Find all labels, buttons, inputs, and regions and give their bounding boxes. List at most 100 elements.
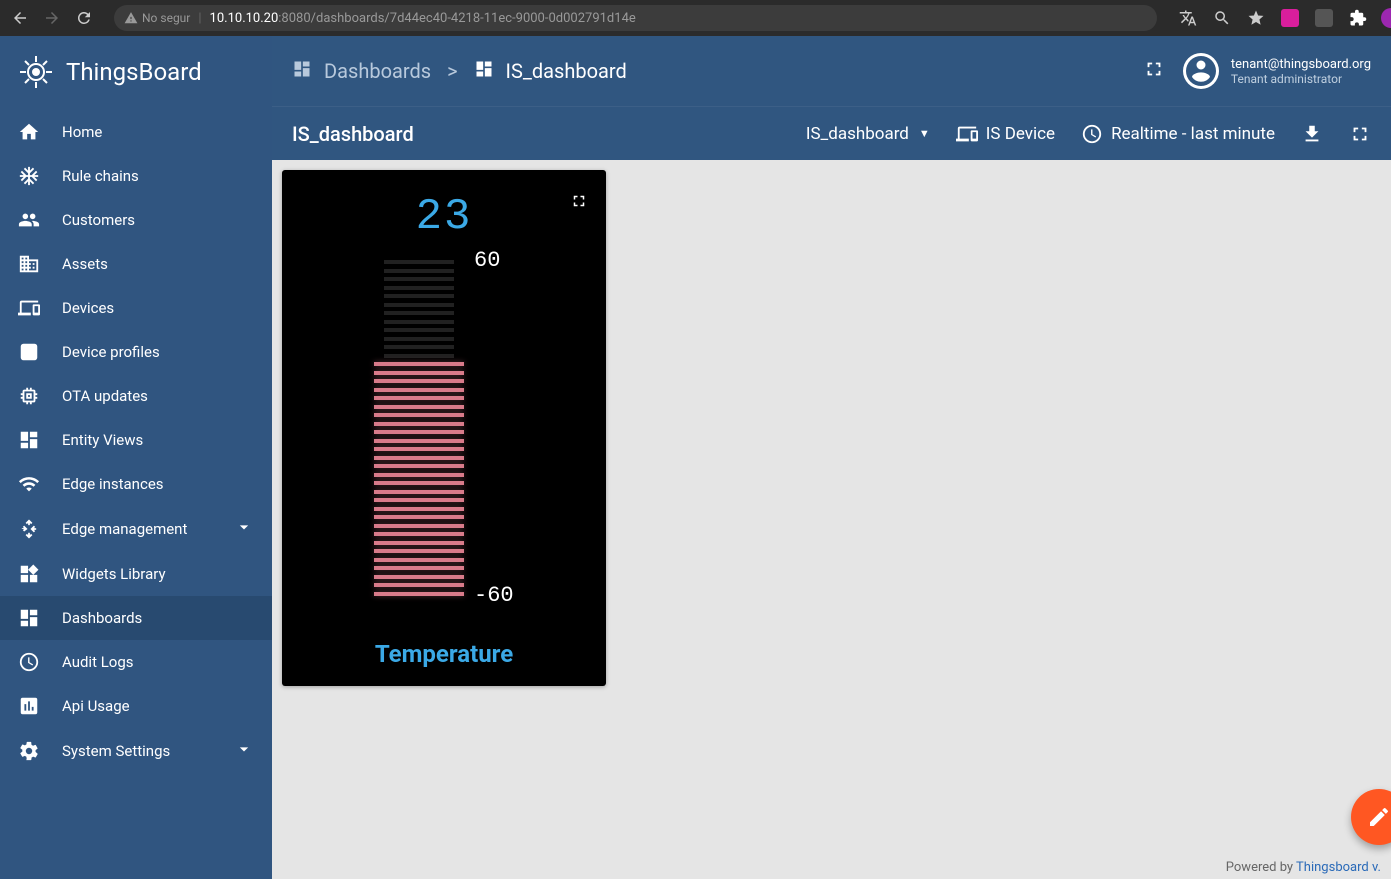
dashboard-toolbar: IS_dashboard IS_dashboard ▼ IS Device Re… [272, 106, 1391, 160]
reload-button[interactable] [74, 8, 94, 28]
settings-icon [18, 740, 40, 762]
state-selector[interactable]: IS_dashboard ▼ [806, 124, 930, 144]
home-icon [18, 121, 40, 143]
sidebar-item-entity-views[interactable]: Entity Views [0, 418, 272, 462]
sidebar-item-label: Home [62, 123, 102, 141]
widget-title: Temperature [292, 640, 596, 676]
gauge-segment [384, 260, 454, 264]
breadcrumb-current-label: IS_dashboard [506, 59, 627, 83]
fullscreen-dashboard-button[interactable] [1349, 123, 1371, 145]
gauge-segment [374, 430, 464, 434]
gauge-segment [384, 269, 454, 273]
edge-instances-icon [18, 473, 40, 495]
api-usage-icon [18, 695, 40, 717]
gauge-segment [374, 541, 464, 545]
sidebar-item-ota[interactable]: OTA updates [0, 374, 272, 418]
dashboard-icon [474, 59, 494, 84]
footer-prefix: Powered by [1226, 860, 1296, 875]
url-bar[interactable]: No segur | 10.10.10.20:8080/dashboards/7… [114, 5, 1157, 31]
back-button[interactable] [10, 8, 30, 28]
sidebar-item-label: Api Usage [62, 697, 130, 715]
ota-icon [18, 385, 40, 407]
gauge-segment [374, 473, 464, 477]
bookmark-icon[interactable] [1245, 7, 1267, 29]
sidebar-item-device-profiles[interactable]: Device profiles [0, 330, 272, 374]
security-label: No segur [142, 11, 190, 25]
sidebar-item-label: Edge management [62, 520, 187, 538]
export-button[interactable] [1301, 123, 1323, 145]
forward-button[interactable] [42, 8, 62, 28]
gauge-segment [374, 490, 464, 494]
gauge-segment [384, 337, 454, 341]
breadcrumb-current: IS_dashboard [474, 59, 627, 84]
rule-chains-icon [18, 165, 40, 187]
gauge-min-label: -60 [474, 583, 514, 608]
extension-gray[interactable] [1313, 7, 1335, 29]
sidebar-item-label: Dashboards [62, 609, 142, 627]
zoom-icon[interactable] [1211, 7, 1233, 29]
gauge-segment [384, 277, 454, 281]
clock-icon [1081, 123, 1103, 145]
sidebar-item-label: Edge instances [62, 475, 164, 493]
footer-link[interactable]: Thingsboard v. [1296, 860, 1381, 875]
dashboard-content: 23 60 -60 Temperature Powered by Thingsb… [272, 160, 1391, 879]
sidebar-item-api-usage[interactable]: Api Usage [0, 684, 272, 728]
widgets-icon [18, 563, 40, 585]
devices-icon [18, 297, 40, 319]
sidebar-item-dashboards[interactable]: Dashboards [0, 596, 272, 640]
temperature-widget[interactable]: 23 60 -60 Temperature [282, 170, 606, 686]
gauge-segment [374, 371, 464, 375]
gauge-segment [374, 362, 464, 366]
entity-selector-label: IS Device [986, 124, 1055, 144]
sidebar-item-devices[interactable]: Devices [0, 286, 272, 330]
sidebar-item-audit-logs[interactable]: Audit Logs [0, 640, 272, 684]
gauge-segment [384, 311, 454, 315]
timewindow-label: Realtime - last minute [1111, 124, 1275, 144]
sidebar-item-rule-chains[interactable]: Rule chains [0, 154, 272, 198]
fullscreen-icon [1349, 123, 1371, 145]
gauge-segment [374, 396, 464, 400]
logo[interactable]: ThingsBoard [0, 36, 272, 110]
sidebar-item-edge-management[interactable]: Edge management [0, 506, 272, 552]
translate-icon[interactable] [1177, 7, 1199, 29]
footer: Powered by Thingsboard v. [1226, 860, 1381, 875]
sidebar-item-edge-instances[interactable]: Edge instances [0, 462, 272, 506]
devices-icon [956, 123, 978, 145]
entity-views-icon [18, 429, 40, 451]
gauge-segment [374, 532, 464, 536]
device-profiles-icon [18, 341, 40, 363]
timewindow-selector[interactable]: Realtime - last minute [1081, 123, 1275, 145]
gauge-segment [374, 566, 464, 570]
customers-icon [18, 209, 40, 231]
extension-purple[interactable] [1279, 7, 1301, 29]
dashboards-icon [18, 607, 40, 629]
user-menu[interactable]: tenant@thingsboard.org Tenant administra… [1183, 53, 1371, 89]
sidebar-item-customers[interactable]: Customers [0, 198, 272, 242]
gauge-segment [374, 405, 464, 409]
breadcrumb-separator: > [447, 59, 457, 83]
sidebar-item-assets[interactable]: Assets [0, 242, 272, 286]
gauge-segment [374, 583, 464, 587]
breadcrumb-parent[interactable]: Dashboards [292, 59, 431, 84]
sidebar-item-label: Customers [62, 211, 135, 229]
gauge-segment [374, 456, 464, 460]
sidebar-item-label: Device profiles [62, 343, 160, 361]
download-icon [1301, 123, 1323, 145]
fullscreen-button[interactable] [1143, 58, 1165, 84]
caret-down-icon: ▼ [919, 127, 930, 140]
extensions-icon[interactable] [1347, 7, 1369, 29]
browser-chrome: No segur | 10.10.10.20:8080/dashboards/7… [0, 0, 1391, 36]
sidebar-item-label: System Settings [62, 742, 170, 760]
sidebar-item-system-settings[interactable]: System Settings [0, 728, 272, 774]
user-email: tenant@thingsboard.org [1231, 57, 1371, 72]
gauge-segment [374, 515, 464, 519]
entity-selector[interactable]: IS Device [956, 123, 1055, 145]
user-role: Tenant administrator [1231, 72, 1371, 86]
warning-icon [124, 11, 138, 25]
sidebar-item-home[interactable]: Home [0, 110, 272, 154]
dashboard-icon [292, 59, 312, 84]
profile-avatar[interactable] [1381, 8, 1391, 28]
url-path: :8080/dashboards/7d44ec40-4218-11ec-9000… [278, 11, 636, 26]
gauge-segment [374, 549, 464, 553]
sidebar-item-widgets-library[interactable]: Widgets Library [0, 552, 272, 596]
